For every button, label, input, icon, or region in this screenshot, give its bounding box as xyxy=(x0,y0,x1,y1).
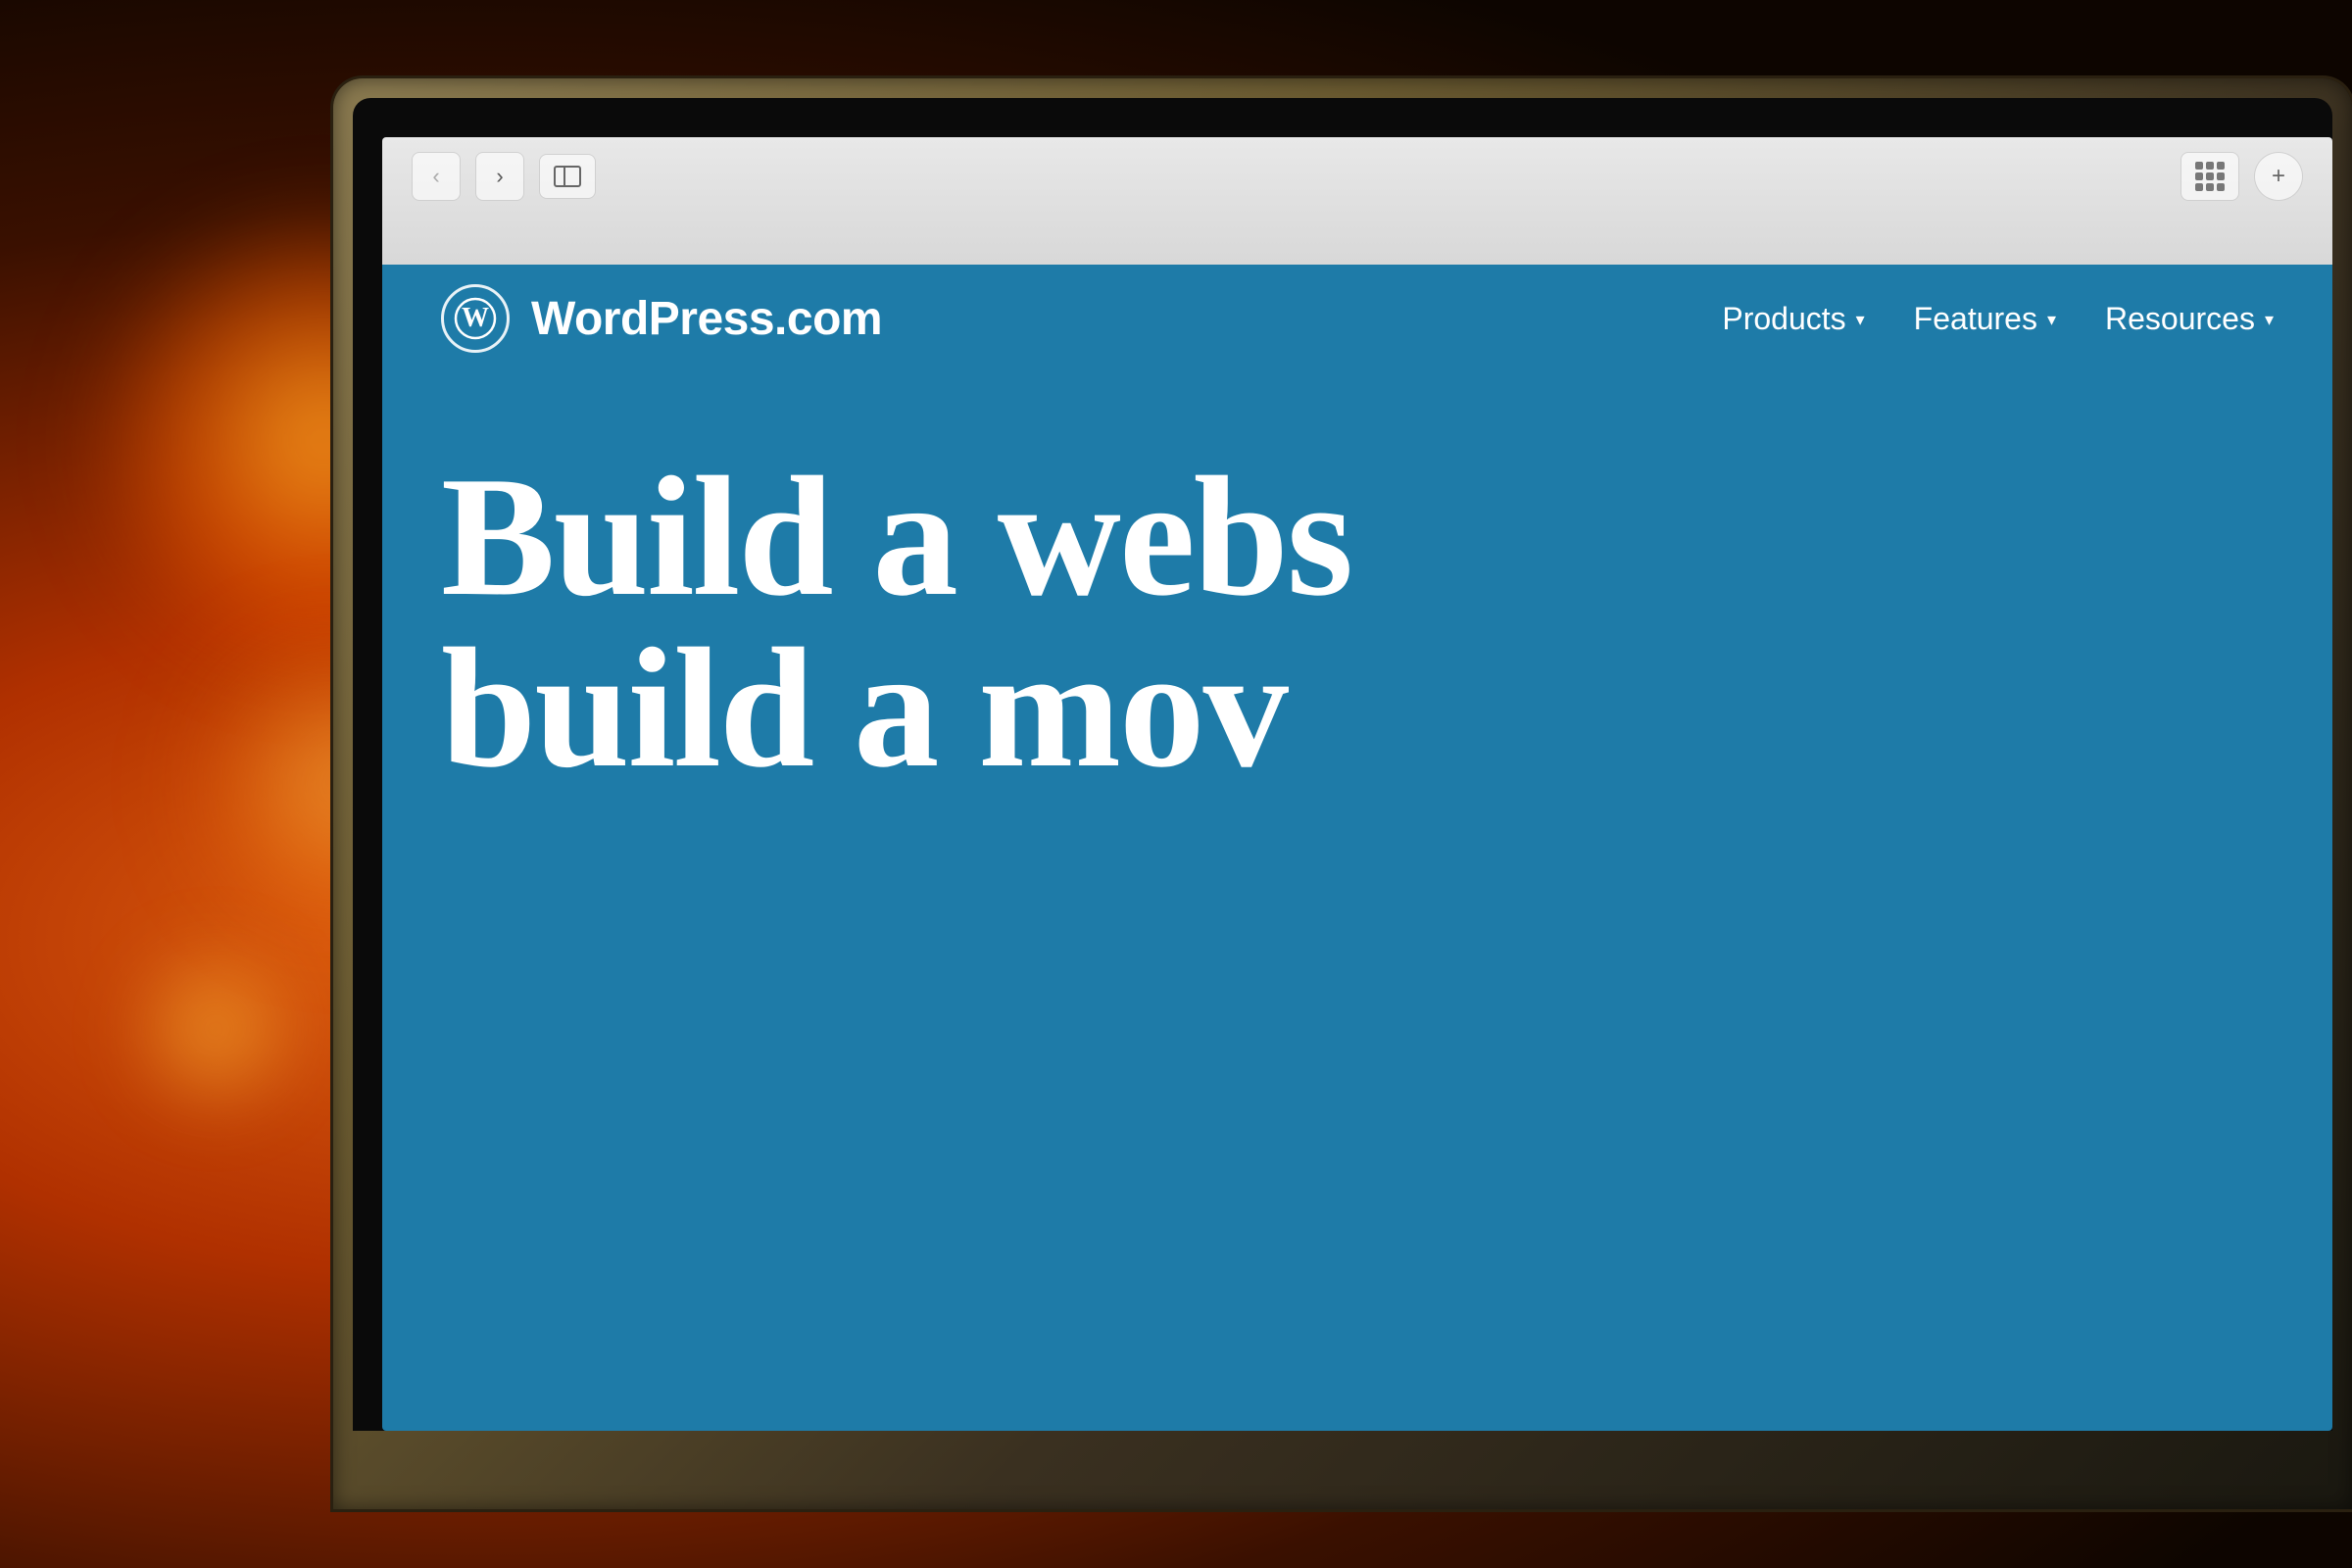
browser-chrome: ‹ › xyxy=(382,137,2332,265)
products-dropdown-icon: ▾ xyxy=(1856,310,1865,330)
extensions-button[interactable] xyxy=(2180,152,2239,201)
new-tab-button[interactable]: + xyxy=(2254,152,2303,201)
browser-toolbar: ‹ › xyxy=(382,137,2332,216)
grid-dot xyxy=(2217,183,2225,191)
forward-icon: › xyxy=(496,164,503,189)
grid-icon xyxy=(2195,162,2225,191)
hero-section: Build a webs build a mov xyxy=(382,372,2332,794)
grid-dot xyxy=(2195,172,2203,180)
grid-dot xyxy=(2206,172,2214,180)
features-dropdown-icon: ▾ xyxy=(2047,310,2056,330)
nav-item-features[interactable]: Features ▾ xyxy=(1914,301,2056,337)
laptop-device: ‹ › xyxy=(333,78,2352,1568)
bokeh-light-3 xyxy=(118,931,314,1127)
nav-features-label: Features xyxy=(1914,301,2037,337)
laptop-inner-bezel: ‹ › xyxy=(353,98,2332,1431)
screen: ‹ › xyxy=(382,137,2332,1431)
hero-line-2: build a mov xyxy=(441,622,2274,794)
nav-item-resources[interactable]: Resources ▾ xyxy=(2105,301,2274,337)
laptop-bezel: ‹ › xyxy=(333,78,2352,1509)
forward-button[interactable]: › xyxy=(475,152,524,201)
site-name: WordPress.com xyxy=(531,292,882,346)
grid-dot xyxy=(2206,183,2214,191)
wordpress-logo-area[interactable]: W WordPress.com xyxy=(441,284,882,353)
grid-dot xyxy=(2195,162,2203,170)
nav-resources-label: Resources xyxy=(2105,301,2255,337)
grid-dot xyxy=(2195,183,2203,191)
website-content: W WordPress.com Products ▾ Features xyxy=(382,265,2332,1431)
grid-dot xyxy=(2217,172,2225,180)
plus-icon: + xyxy=(2272,163,2285,190)
wordpress-logo-icon: W xyxy=(441,284,510,353)
hero-title: Build a webs build a mov xyxy=(441,451,2274,794)
svg-text:W: W xyxy=(462,303,489,333)
grid-dot xyxy=(2206,162,2214,170)
hero-line-1: Build a webs xyxy=(441,451,2274,622)
grid-dot xyxy=(2217,162,2225,170)
site-navigation: W WordPress.com Products ▾ Features xyxy=(382,265,2332,372)
resources-dropdown-icon: ▾ xyxy=(2265,310,2274,330)
back-icon: ‹ xyxy=(432,164,439,189)
sidebar-toggle-button[interactable] xyxy=(539,154,596,199)
nav-products-label: Products xyxy=(1722,301,1845,337)
back-button[interactable]: ‹ xyxy=(412,152,461,201)
nav-item-products[interactable]: Products ▾ xyxy=(1722,301,1864,337)
sidebar-toggle-icon xyxy=(554,166,581,187)
